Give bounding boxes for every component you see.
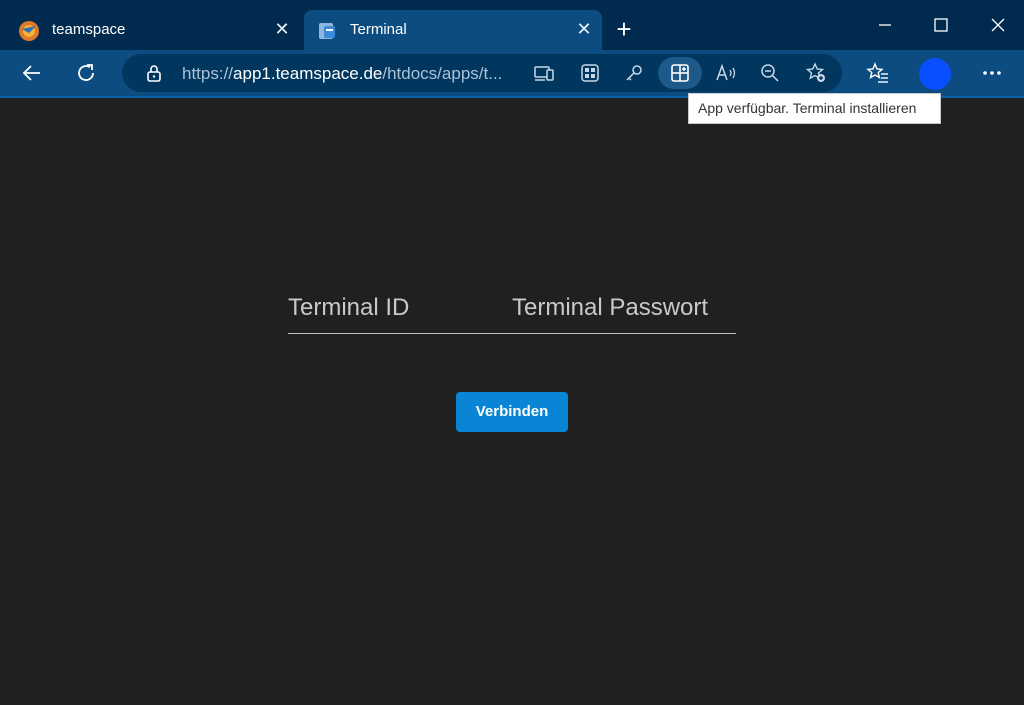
close-icon: [991, 18, 1005, 32]
terminal-id-field[interactable]: Terminal ID: [288, 294, 409, 322]
tab-terminal[interactable]: Terminal ✕: [304, 10, 602, 50]
tab-strip: teamspace ✕ Terminal ✕ +: [0, 0, 1024, 50]
url-scheme: https://: [182, 64, 234, 83]
key-icon: [626, 65, 642, 81]
profile-avatar[interactable]: [919, 58, 951, 90]
apps-grid-button[interactable]: [574, 57, 606, 89]
favorites-list-icon: [866, 62, 888, 83]
password-key-button[interactable]: [618, 57, 650, 89]
new-tab-button[interactable]: +: [610, 16, 638, 44]
arrow-left-icon: [22, 65, 40, 81]
back-button[interactable]: [16, 57, 48, 89]
read-aloud-icon: [716, 63, 736, 81]
cast-device-button[interactable]: [528, 57, 560, 89]
install-app-button[interactable]: [658, 57, 702, 89]
site-info-button[interactable]: [138, 57, 170, 89]
apps-grid-icon: [581, 64, 599, 82]
minimize-button[interactable]: [872, 12, 898, 38]
more-menu-button[interactable]: [976, 57, 1008, 89]
terminal-page-icon: [319, 23, 335, 39]
read-aloud-button[interactable]: [710, 57, 742, 89]
tab-label: Terminal: [350, 21, 407, 38]
address-bar[interactable]: https://app1.teamspace.de/htdocs/apps/t.…: [122, 54, 842, 92]
close-window-button[interactable]: [985, 12, 1011, 38]
browser-toolbar: https://app1.teamspace.de/htdocs/apps/t.…: [0, 50, 1024, 96]
field-underline: [288, 333, 736, 334]
app-install-icon: [671, 64, 689, 82]
star-add-icon: [805, 62, 825, 82]
close-tab-icon[interactable]: ✕: [272, 19, 292, 39]
zoom-button[interactable]: [754, 57, 786, 89]
maximize-button[interactable]: [928, 12, 954, 38]
teamspace-logo-icon: [19, 21, 39, 41]
url-path: /htdocs/apps/t...: [382, 64, 503, 83]
connect-button[interactable]: Verbinden: [456, 392, 568, 432]
zoom-out-icon: [761, 64, 779, 82]
install-app-tooltip: App verfügbar. Terminal installieren: [688, 93, 941, 124]
lock-icon: [147, 65, 161, 82]
refresh-icon: [78, 64, 94, 81]
tab-teamspace[interactable]: teamspace ✕: [6, 10, 300, 50]
url-host: app1.teamspace.de: [233, 64, 383, 83]
more-dots-icon: [983, 71, 1001, 75]
refresh-button[interactable]: [70, 57, 102, 89]
devices-icon: [534, 66, 554, 81]
add-favorite-button[interactable]: [800, 57, 832, 89]
terminal-password-field[interactable]: Terminal Passwort: [512, 294, 708, 322]
minimize-icon: [879, 24, 891, 26]
close-tab-icon[interactable]: ✕: [574, 19, 594, 39]
maximize-icon: [934, 18, 948, 32]
favorites-button[interactable]: [862, 57, 894, 89]
url-text[interactable]: https://app1.teamspace.de/htdocs/apps/t.…: [182, 64, 502, 84]
tab-label: teamspace: [52, 21, 126, 38]
